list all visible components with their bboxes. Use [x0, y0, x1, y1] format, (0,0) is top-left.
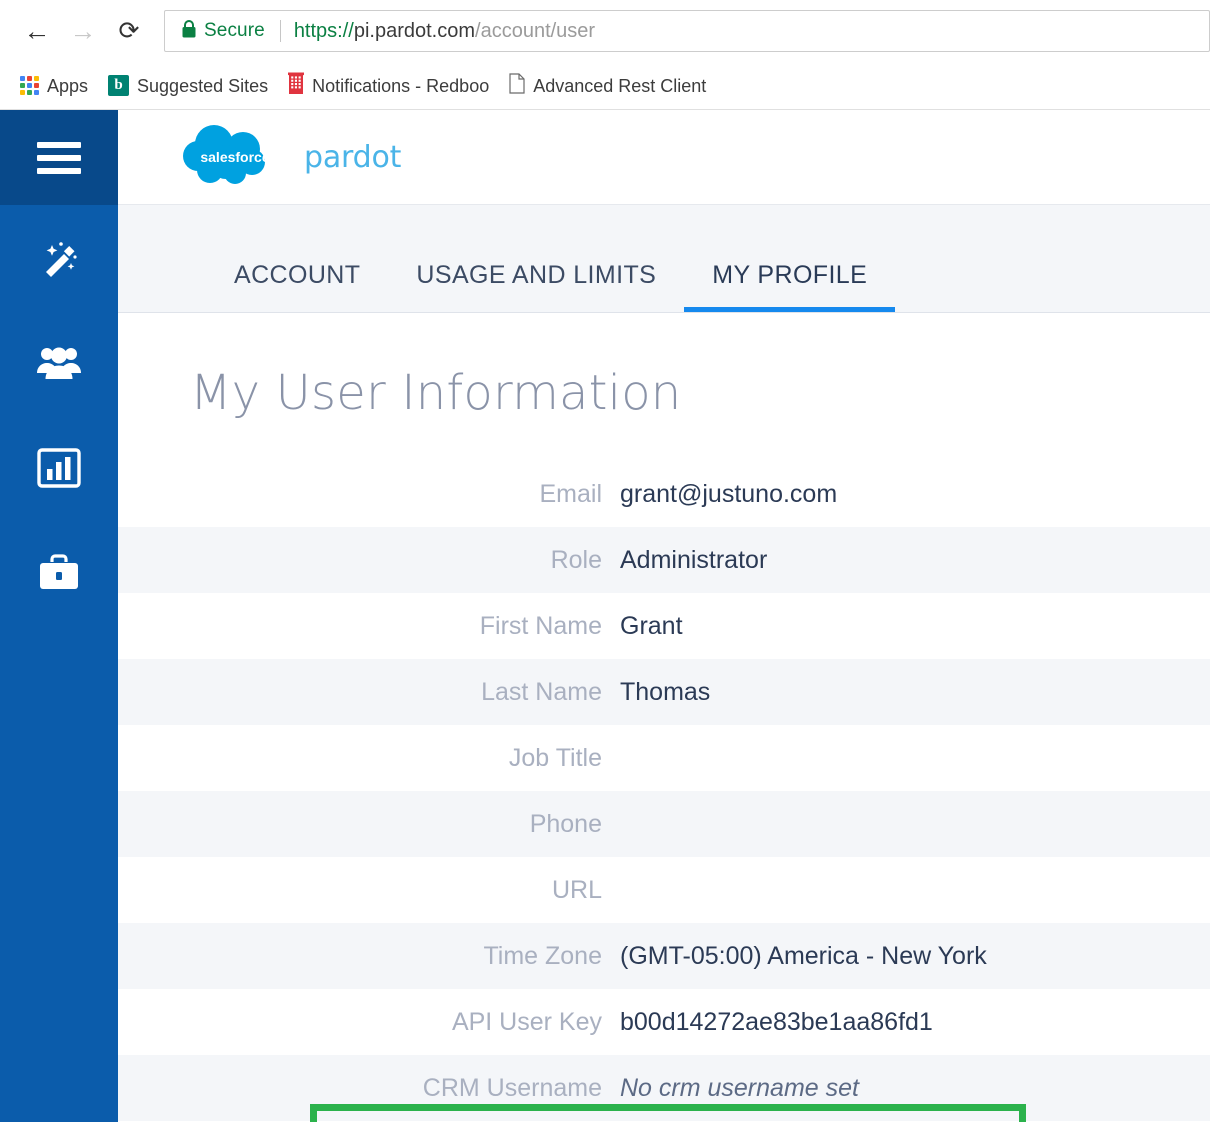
- salesforce-cloud-icon: salesforce: [180, 122, 290, 193]
- table-row: Last Name Thomas: [118, 659, 1210, 725]
- tab-my-profile[interactable]: MY PROFILE: [684, 263, 895, 312]
- page-body: My User Information Email grant@justuno.…: [118, 313, 1210, 1122]
- browser-toolbar: ← → ⟳ Secure https://pi.pardot.com/accou…: [0, 0, 1210, 62]
- document-page-icon: [509, 73, 525, 99]
- field-label-last-name: Last Name: [118, 659, 620, 725]
- field-label-job-title: Job Title: [118, 725, 620, 791]
- bookmark-label: Apps: [47, 77, 88, 95]
- sidebar-item-reports[interactable]: [0, 415, 118, 520]
- bookmark-suggested-sites[interactable]: b Suggested Sites: [100, 72, 280, 99]
- field-label-phone: Phone: [118, 791, 620, 857]
- bookmark-advanced-rest-client[interactable]: Advanced Rest Client: [501, 70, 718, 102]
- table-row: Phone: [118, 791, 1210, 857]
- table-row: URL: [118, 857, 1210, 923]
- field-value-last-name: Thomas: [620, 659, 1210, 725]
- salesforce-wordmark: salesforce: [200, 149, 269, 165]
- forward-arrow-icon[interactable]: →: [60, 8, 106, 54]
- bookmark-label: Notifications - Redboo: [312, 77, 489, 95]
- url-path: /account/user: [475, 20, 595, 42]
- field-label-api-user-key: API User Key: [118, 989, 620, 1055]
- reload-icon[interactable]: ⟳: [106, 8, 152, 54]
- app-viewport: salesforce pardot ACCOUNT USAGE AND LIMI…: [0, 110, 1210, 1122]
- phone-booth-icon: [288, 71, 304, 100]
- bar-chart-icon: [37, 448, 81, 488]
- magic-wand-icon: [37, 236, 81, 280]
- omnibox-divider: [280, 20, 281, 42]
- user-information-table: Email grant@justuno.com Role Administrat…: [118, 461, 1210, 1121]
- field-value-phone: [620, 791, 1210, 857]
- table-row: Role Administrator: [118, 527, 1210, 593]
- field-value-crm-username: No crm username set: [620, 1055, 1210, 1121]
- sidebar-item-admin[interactable]: [0, 520, 118, 625]
- back-arrow-icon[interactable]: ←: [14, 8, 60, 54]
- pardot-logo[interactable]: salesforce pardot: [180, 122, 401, 193]
- url-scheme: https://: [294, 20, 354, 42]
- bookmark-label: Suggested Sites: [137, 77, 268, 95]
- field-label-url: URL: [118, 857, 620, 923]
- lock-icon: [181, 19, 197, 44]
- field-value-first-name: Grant: [620, 593, 1210, 659]
- table-row: API User Key b00d14272ae83be1aa86fd1: [118, 989, 1210, 1055]
- secure-label: Secure: [204, 20, 265, 42]
- app-header: salesforce pardot: [118, 110, 1210, 205]
- address-bar[interactable]: Secure https://pi.pardot.com/account/use…: [164, 10, 1210, 52]
- sidebar-item-marketing[interactable]: [0, 205, 118, 310]
- field-value-time-zone: (GMT-05:00) America - New York: [620, 923, 1210, 989]
- bookmark-apps[interactable]: Apps: [12, 73, 100, 98]
- tab-bar: ACCOUNT USAGE AND LIMITS MY PROFILE: [118, 205, 1210, 313]
- field-label-role: Role: [118, 527, 620, 593]
- tab-account[interactable]: ACCOUNT: [206, 263, 388, 312]
- field-value-job-title: [620, 725, 1210, 791]
- table-row: Job Title: [118, 725, 1210, 791]
- field-value-role: Administrator: [620, 527, 1210, 593]
- table-row: Email grant@justuno.com: [118, 461, 1210, 527]
- field-value-email: grant@justuno.com: [620, 461, 1210, 527]
- tab-usage-and-limits[interactable]: USAGE AND LIMITS: [388, 263, 684, 312]
- field-value-api-user-key: b00d14272ae83be1aa86fd1: [620, 989, 1210, 1055]
- table-row: CRM Username No crm username set: [118, 1055, 1210, 1121]
- field-value-url: [620, 857, 1210, 923]
- sidebar-item-prospects[interactable]: [0, 310, 118, 415]
- table-row: Time Zone (GMT-05:00) America - New York: [118, 923, 1210, 989]
- hamburger-menu-icon[interactable]: [0, 110, 118, 205]
- hamburger-bars: [37, 142, 81, 174]
- briefcase-icon: [37, 553, 81, 593]
- field-label-first-name: First Name: [118, 593, 620, 659]
- table-row: First Name Grant: [118, 593, 1210, 659]
- page-title: My User Information: [118, 313, 1210, 461]
- field-label-crm-username: CRM Username: [118, 1055, 620, 1121]
- apps-grid-icon: [20, 76, 39, 95]
- bookmark-notifications-redbooth[interactable]: Notifications - Redboo: [280, 68, 501, 103]
- pardot-wordmark: pardot: [304, 140, 401, 175]
- field-label-email: Email: [118, 461, 620, 527]
- people-group-icon: [36, 341, 82, 385]
- url-text: https://pi.pardot.com/account/user: [294, 20, 595, 43]
- app-sidebar: [0, 110, 118, 1122]
- bookmark-label: Advanced Rest Client: [533, 77, 706, 95]
- browser-chrome: ← → ⟳ Secure https://pi.pardot.com/accou…: [0, 0, 1210, 110]
- field-label-time-zone: Time Zone: [118, 923, 620, 989]
- security-indicator[interactable]: Secure: [175, 19, 265, 44]
- bookmarks-bar: Apps b Suggested Sites Notificat: [0, 62, 1210, 110]
- bing-b-icon: b: [108, 75, 129, 96]
- main-column: salesforce pardot ACCOUNT USAGE AND LIMI…: [118, 110, 1210, 1122]
- url-host: pi.pardot.com: [354, 20, 475, 42]
